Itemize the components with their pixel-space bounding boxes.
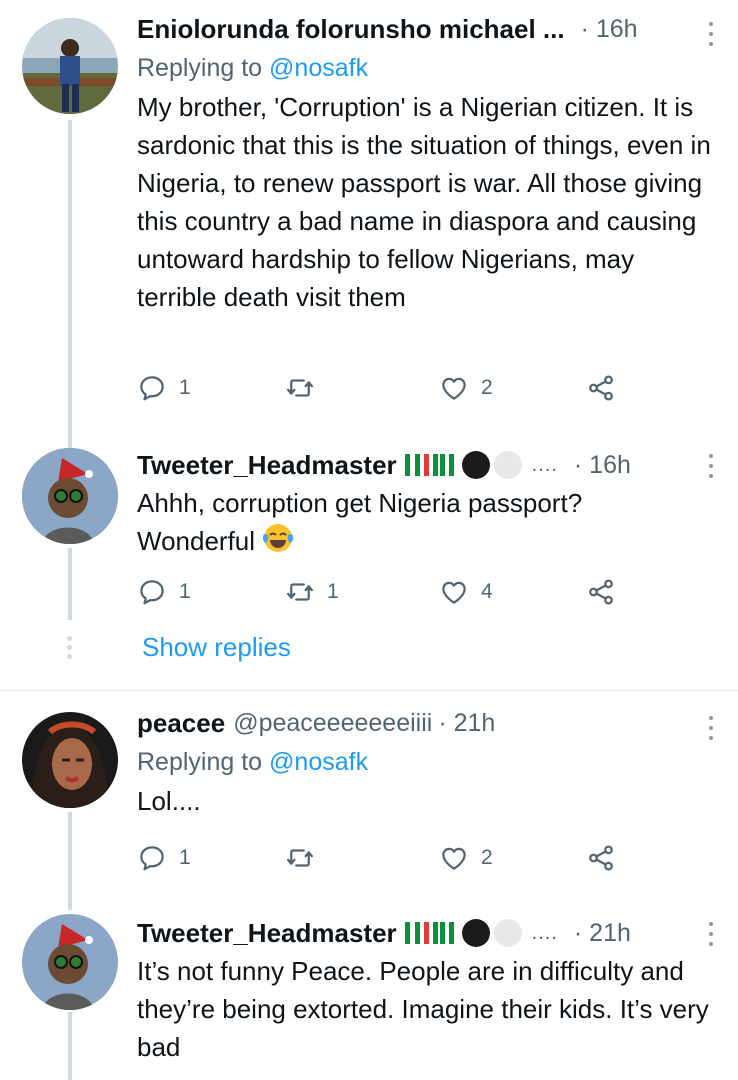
author-name[interactable]: peacee [137, 708, 225, 739]
tweet-4[interactable]: Tweeter_Headmaster .... · 21h It’s not f… [137, 916, 718, 1066]
white-circle-icon [493, 451, 522, 479]
mention-link[interactable]: @nosafk [269, 54, 368, 82]
share-icon [586, 843, 616, 873]
timestamp[interactable]: · 16h [581, 15, 638, 44]
share-button[interactable] [586, 368, 616, 408]
replying-to: Replying to @nosafk [137, 748, 369, 776]
avatar[interactable] [22, 712, 118, 808]
author-name[interactable]: Tweeter_Headmaster [137, 918, 397, 949]
thread-line [68, 120, 72, 450]
like-count: 4 [481, 580, 493, 603]
avatar[interactable] [22, 18, 118, 114]
tweet-text: Lol.... [137, 786, 201, 816]
thread-line [68, 812, 72, 910]
retweet-button[interactable] [285, 368, 327, 408]
like-button[interactable]: 2 [439, 838, 493, 878]
nigeria-flag-icon [404, 922, 420, 944]
white-circle-icon [493, 919, 522, 947]
timestamp[interactable]: · 21h [438, 709, 495, 738]
reply-count: 1 [179, 376, 191, 399]
reply-icon [137, 577, 167, 607]
retweet-icon [285, 373, 315, 403]
share-button[interactable] [586, 572, 616, 612]
tweet-text: It’s not funny Peace. People are in diff… [137, 956, 709, 1062]
author-name[interactable]: Tweeter_Headmaster [137, 450, 397, 481]
share-icon [586, 577, 616, 607]
tweet-3[interactable]: peacee @peaceeeeeeeiiii · 21h Replying t… [137, 706, 718, 820]
more-replies-indicator [67, 636, 73, 659]
tweet-actions: 1 2 [137, 368, 718, 408]
avatar[interactable] [22, 914, 118, 1010]
tweet-actions: 1 2 [137, 838, 718, 878]
more-icon[interactable] [704, 20, 718, 48]
nigeria-flag-icon [423, 922, 445, 944]
author-handle[interactable]: @peaceeeeeeeiiii [233, 709, 432, 738]
tweet-text: Ahhh, corruption get Nigeria passport? W… [137, 488, 583, 556]
show-replies-link[interactable]: Show replies [142, 632, 291, 663]
retweet-icon [285, 577, 315, 607]
reply-icon [137, 843, 167, 873]
nigeria-flag-icon [423, 454, 445, 476]
tweet-1[interactable]: Eniolorunda folorunsho michael ... · 16h… [137, 12, 718, 316]
like-icon [439, 373, 469, 403]
tweet-2[interactable]: Tweeter_Headmaster .... · 16h Ahhh, corr… [137, 448, 718, 560]
nigeria-flag-icon [448, 454, 458, 476]
reply-icon [137, 373, 167, 403]
more-icon[interactable] [704, 452, 718, 480]
reply-count: 1 [179, 580, 191, 603]
nigeria-flag-icon [404, 454, 420, 476]
reply-button[interactable]: 1 [137, 368, 191, 408]
mention-link[interactable]: @nosafk [269, 748, 368, 776]
more-icon[interactable] [704, 714, 718, 742]
retweet-button[interactable]: 1 [285, 572, 339, 612]
thread-line [68, 1012, 72, 1080]
laughing-tears-emoji-icon [263, 524, 294, 552]
like-count: 2 [481, 376, 493, 399]
flag-emojis [404, 919, 522, 947]
flag-emojis [404, 451, 522, 479]
like-count: 2 [481, 846, 493, 869]
retweet-icon [285, 843, 315, 873]
thread-line [68, 548, 72, 620]
more-icon[interactable] [704, 920, 718, 948]
reply-button[interactable]: 1 [137, 572, 191, 612]
tweet-text: My brother, 'Corruption' is a Nigerian c… [137, 92, 711, 312]
like-icon [439, 843, 469, 873]
share-icon [586, 373, 616, 403]
avatar[interactable] [22, 448, 118, 544]
like-button[interactable]: 2 [439, 368, 493, 408]
nigeria-flag-icon [448, 922, 458, 944]
author-name[interactable]: Eniolorunda folorunsho michael ... [137, 14, 565, 45]
replying-to: Replying to @nosafk [137, 54, 369, 82]
black-circle-icon [461, 451, 490, 479]
reply-count: 1 [179, 846, 191, 869]
retweet-count: 1 [327, 580, 339, 603]
reply-button[interactable]: 1 [137, 838, 191, 878]
black-circle-icon [461, 919, 490, 947]
divider [0, 690, 738, 691]
like-icon [439, 577, 469, 607]
timestamp[interactable]: · 21h [574, 919, 631, 948]
timestamp[interactable]: · 16h [574, 451, 631, 480]
retweet-button[interactable] [285, 838, 327, 878]
share-button[interactable] [586, 838, 616, 878]
like-button[interactable]: 4 [439, 572, 493, 612]
tweet-actions: 1 1 4 [137, 572, 718, 612]
